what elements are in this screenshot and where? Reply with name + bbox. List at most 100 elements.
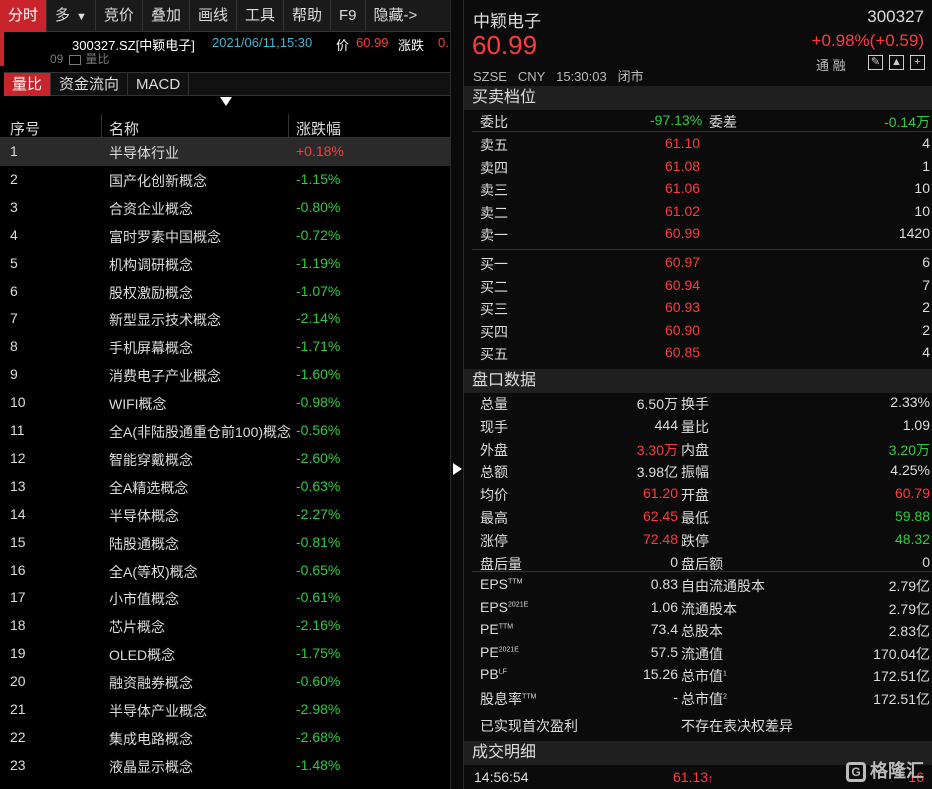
fin-label: 总市值2 <box>681 689 727 709</box>
tab-volume-ratio[interactable]: 量比 <box>4 73 52 96</box>
metric-label: 涨停 <box>480 532 508 549</box>
row-index: 17 <box>10 589 26 606</box>
metric-value: 3.20万 <box>888 441 930 458</box>
list-item[interactable]: 7 新型显示技术概念 -2.14% <box>0 305 450 333</box>
fin-label: 总市值1 <box>681 666 727 686</box>
row-concept-name: 半导体行业 <box>109 145 179 161</box>
list-item[interactable]: 23 液晶显示概念 -1.48% <box>0 752 450 780</box>
tab-macd[interactable]: MACD <box>128 73 190 96</box>
list-item[interactable]: 22 集成电路概念 -2.68% <box>0 724 450 752</box>
watermark: G 格隆汇 <box>846 757 924 783</box>
row-concept-name: OLED概念 <box>109 647 176 664</box>
bid-price: 60.93 <box>665 299 701 316</box>
metric-label: 均价 <box>480 487 508 504</box>
list-item[interactable]: 15 陆股通概念 -0.81% <box>0 529 450 557</box>
list-item[interactable]: 18 芯片概念 -2.16% <box>0 612 450 640</box>
list-item[interactable]: 11 全A(非陆股通重仓前100)概念 -0.56% <box>0 417 450 445</box>
list-item[interactable]: 2 国产化创新概念 -1.15% <box>0 166 450 194</box>
list-item[interactable]: 14 半导体概念 -2.27% <box>0 501 450 529</box>
list-item[interactable]: 5 机构调研概念 -1.19% <box>0 250 450 278</box>
list-item[interactable]: 4 富时罗素中国概念 -0.72% <box>0 222 450 250</box>
list-item[interactable]: 19 OLED概念 -1.75% <box>0 640 450 668</box>
list-item[interactable]: 9 消费电子产业概念 -1.60% <box>0 361 450 389</box>
bid-price: 60.90 <box>665 321 701 338</box>
list-item[interactable]: 6 股权激励概念 -1.07% <box>0 278 450 306</box>
fin-label-text: PB <box>480 666 499 682</box>
stock-code: 300327 <box>867 7 924 26</box>
tab-fund-flow[interactable]: 资金流向 <box>51 73 129 96</box>
metric-label: 内盘 <box>681 441 709 458</box>
list-item[interactable]: 12 智能穿戴概念 -2.60% <box>0 445 450 473</box>
multi-view-dropdown[interactable]: 多 ▼ <box>47 0 96 32</box>
help-button[interactable]: 帮助 <box>284 0 331 32</box>
header-change[interactable]: 涨跌幅 <box>296 118 341 139</box>
row-change: -0.81% <box>296 533 341 550</box>
list-item[interactable]: 1 半导体行业 +0.18% <box>0 138 450 166</box>
edit-icon[interactable]: ✎ <box>868 55 883 70</box>
row-change: -0.60% <box>296 673 341 690</box>
overlay-button[interactable]: 叠加 <box>143 0 190 32</box>
row-change: -1.71% <box>296 338 341 355</box>
fin-label-sup: TTM <box>508 578 523 586</box>
list-item[interactable]: 20 融资融券概念 -0.60% <box>0 668 450 696</box>
ask-label: 卖五 <box>480 137 508 153</box>
metric-value: 4.25% <box>890 462 930 479</box>
fin-value: 2.79亿 <box>888 578 930 594</box>
row-change: -0.98% <box>296 394 341 411</box>
profit-flag: 已实现首次盈利 <box>480 718 578 734</box>
bid-label: 买一 <box>480 256 508 272</box>
list-item[interactable]: 16 全A(等权)概念 -0.65% <box>0 557 450 585</box>
add-icon[interactable]: + <box>910 55 925 70</box>
f9-button[interactable]: F9 <box>331 0 366 32</box>
bid-label: 买五 <box>480 346 508 363</box>
list-header: 序号 名称 涨跌幅 <box>0 114 450 138</box>
list-item[interactable]: 17 小市值概念 -0.61% <box>0 584 450 612</box>
row-concept-name: 液晶显示概念 <box>109 758 193 775</box>
row-index: 12 <box>10 449 26 466</box>
metric-label: 最低 <box>681 510 709 526</box>
gelonghui-logo-icon: G <box>846 762 866 783</box>
fin-label: PBLF <box>480 666 507 682</box>
list-item[interactable]: 13 全A精选概念 -0.63% <box>0 473 450 501</box>
list-item[interactable]: 21 半导体产业概念 -2.98% <box>0 696 450 724</box>
row-concept-name: 全A精选概念 <box>109 479 189 496</box>
metric-label: 振幅 <box>681 464 709 481</box>
tab-auction[interactable]: 竞价 <box>96 0 143 32</box>
metric-value: 0 <box>670 553 678 570</box>
tools-button[interactable]: 工具 <box>237 0 284 32</box>
weicha-value: -0.14万 <box>884 114 930 130</box>
draw-line-button[interactable]: 画线 <box>190 0 237 32</box>
row-change: -2.14% <box>296 310 341 327</box>
alert-icon[interactable]: ▲ <box>889 55 904 70</box>
list-item[interactable]: 3 合资企业概念 -0.80% <box>0 194 450 222</box>
row-index: 8 <box>10 338 18 355</box>
market-info: SZSE CNY 15:30:03 闭市 <box>473 66 644 85</box>
metric-label: 最高 <box>480 510 508 526</box>
fin-label-sup: LF <box>498 668 507 676</box>
metric-value: 72.48 <box>642 530 678 547</box>
fin-label: PETTM <box>480 621 513 637</box>
row-index: 21 <box>10 701 26 717</box>
header-index[interactable]: 序号 <box>10 118 40 139</box>
stock-name: 中颖电子 <box>473 12 541 31</box>
tab-intraday[interactable]: 分时 <box>0 0 48 32</box>
row-change: -2.16% <box>296 617 341 634</box>
row-index: 6 <box>10 282 18 299</box>
fin-label-text: 股息率 <box>480 690 522 707</box>
hide-panel-button[interactable]: 隐藏-> <box>366 0 426 32</box>
fin-label: 股息率TTM <box>480 689 536 709</box>
metric-label: 总额 <box>480 464 508 481</box>
list-item[interactable]: 10 WIFI概念 -0.98% <box>0 389 450 417</box>
panel-splitter[interactable] <box>450 0 464 789</box>
expand-right-icon[interactable] <box>453 463 462 475</box>
collapse-arrow-icon[interactable] <box>220 97 232 106</box>
list-item[interactable]: 8 手机屏幕概念 -1.71% <box>0 333 450 361</box>
row-concept-name: 新型显示技术概念 <box>109 312 221 329</box>
ask-volume: 1 <box>922 157 930 174</box>
header-name[interactable]: 名称 <box>109 118 139 139</box>
bid-label: 买三 <box>480 301 508 318</box>
fin-label-text: 自由流通股本 <box>681 578 765 594</box>
weicha-label: 委差 <box>709 114 737 130</box>
stock-change: +0.98%(+0.59) <box>811 31 924 50</box>
voting-flag: 不存在表决权差异 <box>681 718 793 734</box>
